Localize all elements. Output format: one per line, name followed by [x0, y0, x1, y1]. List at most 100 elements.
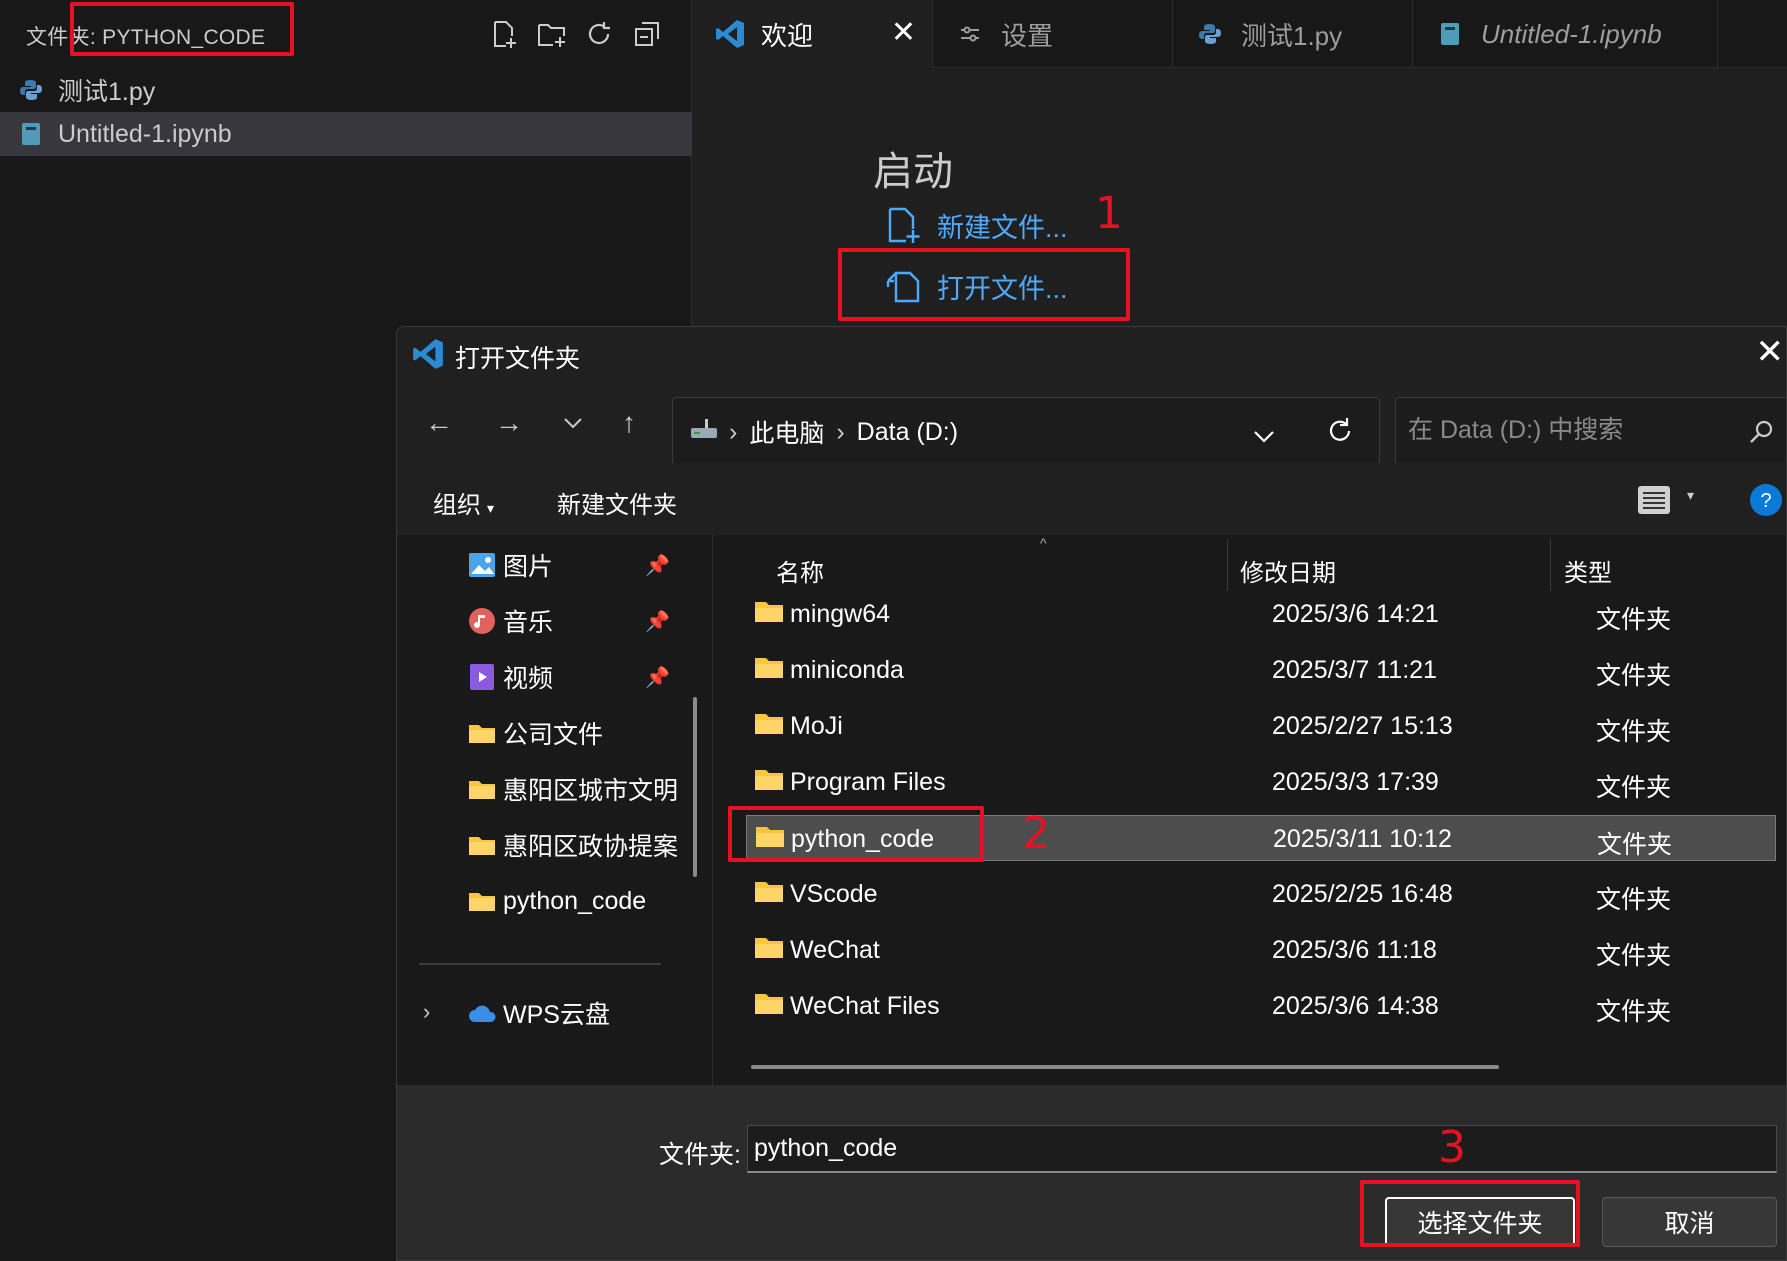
column-header-date[interactable]: 修改日期 [1240, 553, 1336, 588]
view-dropdown-caret-icon[interactable]: ▾ [1687, 487, 1694, 504]
refresh-icon[interactable] [1327, 416, 1353, 451]
file-row[interactable]: mingw64 2025/3/6 14:21 文件夹 [746, 591, 1776, 637]
file-date: 2025/3/6 14:21 [1272, 600, 1439, 628]
nav-item-wps-cloud[interactable]: WPS云盘 [467, 991, 697, 1035]
dialog-close-icon[interactable]: ✕ [1756, 335, 1785, 369]
file-row[interactable]: MoJi 2025/2/27 15:13 文件夹 [746, 703, 1776, 749]
pictures-icon [467, 550, 497, 580]
tab-settings[interactable]: 设置 [933, 0, 1173, 68]
refresh-icon[interactable] [581, 16, 617, 52]
horizontal-scrollbar[interactable] [751, 1065, 1499, 1069]
sort-ascending-icon: ^ [1040, 535, 1047, 551]
breadcrumb-drive[interactable]: Data (D:) [857, 418, 958, 447]
folder-icon [467, 830, 497, 860]
file-name: WeChat Files [790, 992, 940, 1020]
column-header-name[interactable]: 名称 [776, 553, 824, 588]
pin-icon[interactable]: 📌 [645, 553, 670, 578]
new-folder-button[interactable]: 新建文件夹 [557, 485, 677, 520]
nav-scrollbar[interactable] [693, 697, 697, 877]
organize-menu[interactable]: 组织 ▾ [433, 485, 494, 520]
file-row[interactable]: Program Files 2025/3/3 17:39 文件夹 [746, 759, 1776, 805]
collapse-all-icon[interactable] [629, 16, 665, 52]
computer-drive-icon [689, 416, 719, 449]
cancel-button[interactable]: 取消 [1602, 1197, 1777, 1247]
folder-icon [754, 600, 784, 626]
nav-item-folder[interactable]: python_code [467, 879, 697, 923]
nav-item-label: 视频 [503, 665, 554, 693]
search-input[interactable] [1408, 416, 1748, 445]
file-date: 2025/3/6 14:38 [1272, 992, 1439, 1020]
explorer-file-item-selected[interactable]: Untitled-1.ipynb [0, 112, 692, 156]
nav-item-label: 惠阳区城市文明 [503, 777, 679, 805]
folder-name-input[interactable] [747, 1125, 1777, 1173]
open-folder-dialog: 打开文件夹 ✕ ← → ↑ › 此电脑 › Data (D:) 在 Data (… [396, 326, 1787, 1261]
forward-arrow-icon[interactable]: → [489, 403, 529, 443]
file-row[interactable]: miniconda 2025/3/7 11:21 文件夹 [746, 647, 1776, 693]
search-box[interactable] [1395, 397, 1786, 467]
folder-icon [467, 774, 497, 804]
folder-icon [754, 656, 784, 682]
vscode-logo-icon [713, 17, 747, 51]
address-history-chevron-icon[interactable] [1253, 422, 1275, 451]
navigation-pane: 图片 📌 音乐 📌 视频 📌 公司文件 惠阳区城市文明 惠阳区政协提案 pyth… [397, 535, 713, 1085]
annotation-box-select-folder [1360, 1180, 1580, 1247]
column-separator[interactable] [1550, 539, 1551, 591]
help-icon[interactable]: ? [1749, 483, 1783, 522]
explorer-file-item[interactable]: 测试1.py [0, 68, 692, 112]
file-name: MoJi [790, 712, 843, 740]
file-name: WeChat [790, 936, 880, 964]
folder-icon [754, 992, 784, 1018]
folder-icon [467, 886, 497, 916]
new-file-link[interactable]: 新建文件... [883, 205, 1068, 245]
breadcrumb-this-pc[interactable]: 此电脑 [749, 414, 824, 450]
file-name: Program Files [790, 768, 946, 796]
close-icon[interactable]: ✕ [891, 18, 916, 48]
tab-label: 测试1.py [1241, 20, 1343, 51]
tab-label: 设置 [1001, 20, 1054, 51]
pin-icon[interactable]: 📌 [645, 665, 670, 690]
nav-item-folder[interactable]: 惠阳区政协提案 [467, 823, 697, 867]
annotation-step-3: 3 [1438, 1122, 1466, 1173]
file-row[interactable]: WeChat 2025/3/6 11:18 文件夹 [746, 927, 1776, 973]
recent-locations-chevron-icon[interactable] [553, 403, 593, 443]
back-arrow-icon[interactable]: ← [419, 403, 459, 443]
nav-item-label: 图片 [503, 553, 554, 581]
folder-icon [754, 936, 784, 962]
expand-chevron-icon[interactable]: › [423, 999, 430, 1025]
tab-notebook[interactable]: Untitled-1.ipynb [1413, 0, 1718, 68]
nav-item-folder[interactable]: 公司文件 [467, 711, 697, 755]
search-icon[interactable] [1748, 418, 1776, 451]
file-type: 文件夹 [1597, 831, 1673, 859]
dialog-navigation-bar: ← → ↑ › 此电脑 › Data (D:) [397, 383, 1786, 467]
file-date: 2025/3/7 11:21 [1272, 656, 1437, 684]
file-name: mingw64 [790, 600, 891, 628]
file-name: miniconda [790, 656, 904, 684]
file-type: 文件夹 [1596, 998, 1672, 1026]
tab-python-file[interactable]: 测试1.py [1173, 0, 1413, 68]
file-date: 2025/3/11 10:12 [1273, 825, 1452, 853]
tab-welcome[interactable]: 欢迎 ✕ [693, 0, 933, 68]
up-arrow-icon[interactable]: ↑ [609, 403, 649, 443]
file-row[interactable]: VScode 2025/2/25 16:48 文件夹 [746, 871, 1776, 917]
nav-item-folder[interactable]: 惠阳区城市文明 [467, 767, 697, 811]
python-icon [18, 77, 44, 103]
new-file-icon[interactable] [486, 16, 522, 52]
view-options-icon[interactable] [1637, 485, 1671, 520]
dialog-titlebar: 打开文件夹 ✕ [397, 327, 1786, 383]
svg-text:?: ? [1760, 490, 1771, 512]
editor-tabbar: 欢迎 ✕ 设置 测试1.py Untitled-1.ipynb [693, 0, 1787, 68]
file-row[interactable]: WeChat Files 2025/3/6 14:38 文件夹 [746, 983, 1776, 1029]
cloud-icon [467, 998, 497, 1028]
new-folder-icon[interactable] [534, 16, 570, 52]
breadcrumb-separator-icon: › [729, 417, 738, 446]
file-type: 文件夹 [1596, 718, 1672, 746]
column-header-type[interactable]: 类型 [1564, 553, 1612, 588]
column-separator[interactable] [1227, 539, 1228, 591]
nav-item-label: python_code [503, 886, 647, 915]
explorer-file-label: 测试1.py [58, 78, 156, 106]
music-icon [467, 606, 497, 636]
annotation-box-open-file [838, 248, 1130, 321]
address-bar[interactable]: › 此电脑 › Data (D:) [672, 397, 1380, 467]
pin-icon[interactable]: 📌 [645, 609, 670, 634]
nav-item-label: 惠阳区政协提案 [503, 833, 679, 861]
